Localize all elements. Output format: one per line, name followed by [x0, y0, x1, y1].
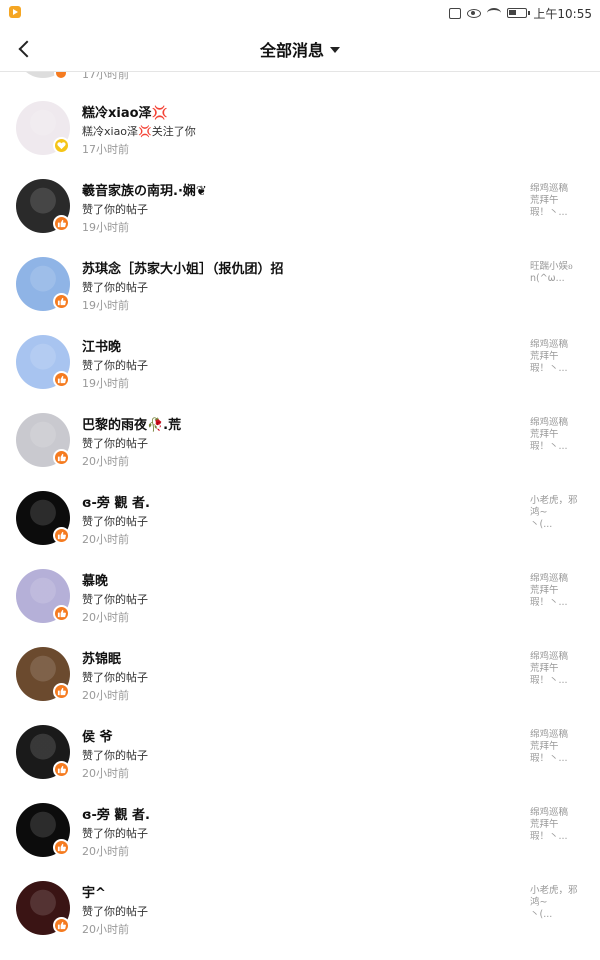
item-action: 赞了你的帖子	[82, 203, 148, 216]
list-item[interactable]: 巴黎的雨夜🥀.荒赞了你的帖子 20小时前 绵鸡巡稿 荒拜午 瑕！丶...	[0, 399, 600, 477]
like-badge-icon	[53, 293, 70, 310]
like-badge-icon	[53, 917, 70, 934]
item-time: 20小时前	[82, 455, 129, 468]
post-snippet: 绵鸡巡稿 荒拜午 瑕！丶...	[530, 807, 569, 842]
item-time: 20小时前	[82, 767, 129, 780]
user-name[interactable]: 侯 爷	[82, 726, 113, 745]
list-item[interactable]: 宇^ 赞了你的帖子 20小时前 小老虎，邪 鸿~ 丶(...	[0, 867, 600, 945]
page-title: 全部消息	[259, 41, 324, 60]
item-time: 17小时前	[82, 72, 129, 81]
list-item[interactable]: ɞ-旁 觀 者. 赞了你的帖子 20小时前 绵鸡巡稿 荒拜午 瑕！丶...	[0, 789, 600, 867]
post-snippet: 绵鸡巡稿 荒拜午 瑕！丶...	[530, 651, 569, 686]
post-snippet: 小老虎，邪 鸿~ 丶(...	[530, 495, 578, 530]
status-bar: 上午10:55	[0, 0, 600, 26]
post-snippet: 绵鸡巡稿 荒拜午 瑕！丶...	[530, 183, 569, 218]
like-badge-icon	[53, 839, 70, 856]
item-action: 赞了你的帖子	[82, 905, 148, 918]
like-badge-icon	[53, 761, 70, 778]
item-action: 糕冷xiao泽💢关注了你	[82, 125, 196, 138]
user-name[interactable]: 苏锦眠	[82, 648, 121, 667]
user-name[interactable]: 苏琪念［苏家大小姐］（报仇团）招	[82, 258, 284, 277]
top-bar: 全部消息	[0, 26, 600, 72]
item-time: 20小时前	[82, 689, 129, 702]
post-snippet: 绵鸡巡稿 荒拜午 瑕！丶...	[530, 729, 569, 764]
list-item[interactable]: 慕晚赞了你的帖子 20小时前 绵鸡巡稿 荒拜午 瑕！丶...	[0, 555, 600, 633]
list-item[interactable]: 羲音家族の南玥.·娴❦ 赞了你的帖子 19小时前 绵鸡巡稿 荒拜午 瑕！丶...	[0, 165, 600, 243]
post-snippet: 绵鸡巡稿 荒拜午 瑕！丶...	[530, 339, 569, 374]
item-time: 20小时前	[82, 923, 129, 936]
item-action: 赞了你的帖子	[82, 593, 148, 606]
user-name[interactable]: 慕晚	[82, 570, 108, 589]
app-icon	[9, 6, 21, 18]
item-time: 19小时前	[82, 377, 129, 390]
user-name[interactable]: 江书晚	[82, 336, 121, 355]
item-action: 赞了你的帖子	[82, 827, 148, 840]
item-action: 赞了你的帖子	[82, 437, 148, 450]
like-badge-icon	[53, 215, 70, 232]
list-item[interactable]: 苏琪念［苏家大小姐］（报仇团）招赞了你的帖子 19小时前 旺踹小娱ᦈ n(^ω...	[0, 243, 600, 321]
item-time: 20小时前	[82, 533, 129, 546]
user-name[interactable]: 巴黎的雨夜🥀.荒	[82, 414, 181, 433]
notification-list: 糕冷xiao泽💢 糕冷xiao泽💢关注了你 17小时前羲音家族の南玥.·娴❦ 赞了你的…	[0, 87, 600, 945]
user-name[interactable]: 羲音家族の南玥.·娴❦	[82, 180, 207, 199]
list-item[interactable]: 糕冷xiao泽💢 糕冷xiao泽💢关注了你 17小时前	[0, 87, 600, 165]
item-time: 20小时前	[82, 611, 129, 624]
item-action: 赞了你的帖子	[82, 281, 148, 294]
item-action: 赞了你的帖子	[82, 359, 148, 372]
filter-dropdown[interactable]: 全部消息	[0, 26, 600, 72]
user-name[interactable]: ɞ-旁 觀 者.	[82, 492, 150, 511]
battery-icon	[507, 8, 531, 18]
status-time: 上午10:55	[533, 6, 592, 21]
item-action: 赞了你的帖子	[82, 515, 148, 528]
user-name[interactable]: 宇^	[82, 882, 106, 901]
like-badge-icon	[54, 72, 68, 80]
caret-down-icon	[330, 47, 340, 53]
wifi-icon	[487, 8, 502, 18]
item-time: 19小时前	[82, 299, 129, 312]
like-badge-icon	[53, 371, 70, 388]
vibrate-icon	[449, 7, 462, 19]
like-badge-icon	[53, 527, 70, 544]
list-item[interactable]: 苏锦眠赞了你的帖子 20小时前 绵鸡巡稿 荒拜午 瑕！丶...	[0, 633, 600, 711]
item-time: 20小时前	[82, 845, 129, 858]
item-time: 19小时前	[82, 221, 129, 234]
post-snippet: 小老虎，邪 鸿~ 丶(...	[530, 885, 578, 920]
list-item[interactable]: 侯 爷赞了你的帖子 20小时前 绵鸡巡稿 荒拜午 瑕！丶...	[0, 711, 600, 789]
eye-icon	[467, 8, 482, 18]
user-name[interactable]: 糕冷xiao泽💢	[82, 102, 168, 121]
like-badge-icon	[53, 683, 70, 700]
item-time: 17小时前	[82, 143, 129, 156]
post-snippet: 旺踹小娱ᦈ n(^ω...	[530, 261, 573, 284]
item-action: 赞了你的帖子	[82, 671, 148, 684]
user-name[interactable]: ɞ-旁 觀 者.	[82, 804, 150, 823]
post-snippet: 绵鸡巡稿 荒拜午 瑕！丶...	[530, 573, 569, 608]
list-item[interactable]: ɞ-旁 觀 者. 赞了你的帖子 20小时前 小老虎，邪 鸿~ 丶(...	[0, 477, 600, 555]
like-badge-icon	[53, 605, 70, 622]
like-badge-icon	[53, 449, 70, 466]
partial-list-item[interactable]: 17小时前	[0, 72, 600, 82]
heart-badge-icon	[53, 137, 70, 154]
list-item[interactable]: 江书晚赞了你的帖子 19小时前 绵鸡巡稿 荒拜午 瑕！丶...	[0, 321, 600, 399]
item-action: 赞了你的帖子	[82, 749, 148, 762]
status-icons: 上午10:55	[449, 4, 592, 22]
post-snippet: 绵鸡巡稿 荒拜午 瑕！丶...	[530, 417, 569, 452]
